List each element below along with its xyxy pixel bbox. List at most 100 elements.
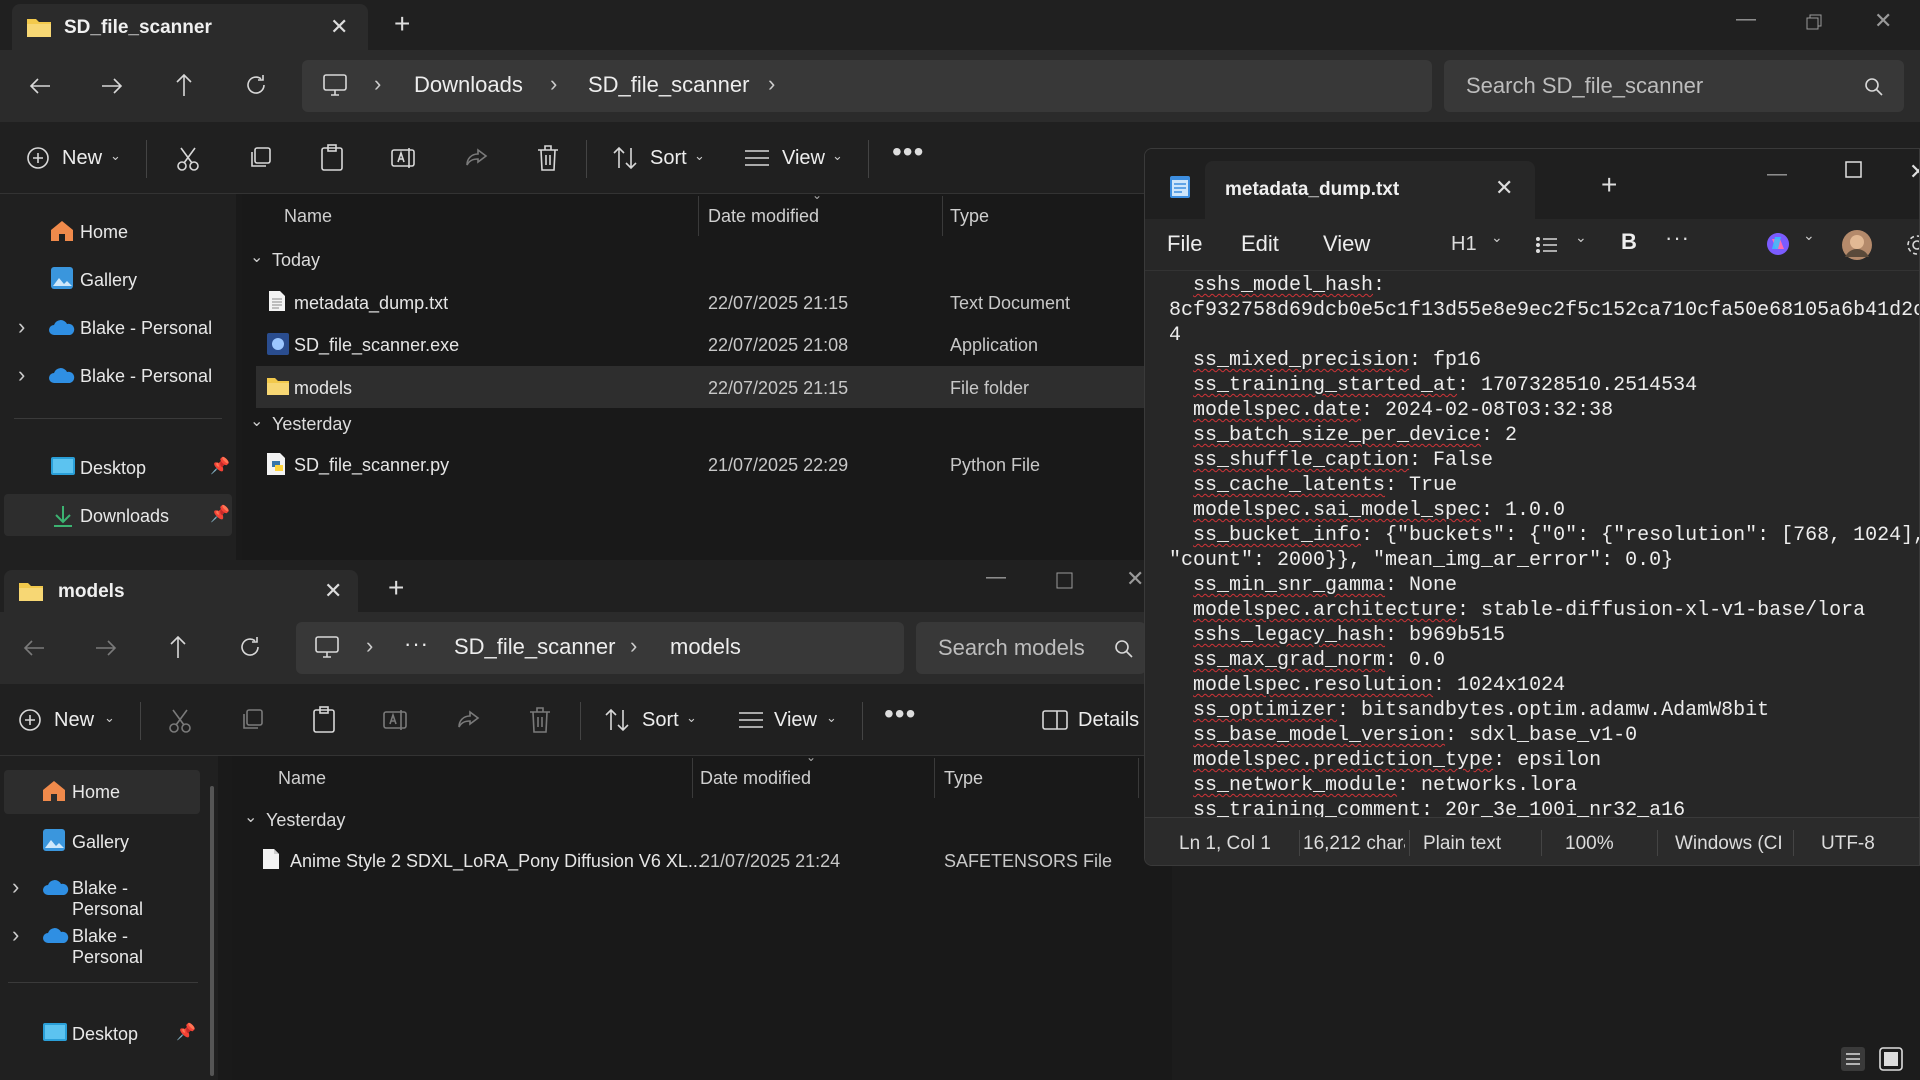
- close-window-button[interactable]: ✕: [1909, 159, 1919, 185]
- copy-icon[interactable]: [240, 708, 264, 732]
- file-row-sd-file-scanner-exe[interactable]: SD_file_scanner.exe 22/07/2025 21:08 App…: [256, 324, 1144, 364]
- sort-button[interactable]: Sort ⌄: [604, 706, 700, 736]
- pin-icon[interactable]: 📌: [176, 1022, 196, 1042]
- chevron-down-icon[interactable]: ⌄: [1803, 227, 1815, 244]
- zoom-level[interactable]: 100%: [1565, 833, 1614, 855]
- column-separator[interactable]: [1138, 758, 1139, 798]
- avatar[interactable]: [1841, 229, 1873, 261]
- sidebar-item-onedrive-1[interactable]: › Blake - Personal: [8, 308, 228, 346]
- tab-metadata-dump[interactable]: metadata_dump.txt ✕: [1205, 161, 1535, 219]
- line-ending[interactable]: Windows (CI: [1675, 833, 1785, 855]
- column-header-date[interactable]: Date modified: [708, 206, 819, 227]
- sidebar-item-onedrive-1[interactable]: › Blake - Personal: [4, 868, 200, 919]
- chevron-right-icon[interactable]: ›: [18, 314, 25, 340]
- sidebar-item-desktop[interactable]: Desktop 📌: [4, 1014, 200, 1052]
- column-header-date[interactable]: Date modified: [700, 768, 811, 789]
- tab-models[interactable]: models ✕: [4, 570, 358, 612]
- back-arrow-icon[interactable]: [28, 74, 52, 98]
- new-tab-button[interactable]: +: [1601, 169, 1617, 201]
- file-row-models[interactable]: models 22/07/2025 21:15 File folder: [256, 366, 1144, 408]
- sidebar-item-downloads[interactable]: Downloads 📌: [4, 494, 232, 536]
- view-button[interactable]: View ⌄: [744, 144, 850, 174]
- tab-sd-file-scanner[interactable]: SD_file_scanner ✕: [12, 4, 368, 50]
- paste-icon[interactable]: [312, 706, 336, 734]
- sidebar-item-gallery[interactable]: Gallery: [4, 820, 200, 858]
- column-separator[interactable]: [942, 196, 943, 236]
- rename-icon[interactable]: [390, 146, 418, 170]
- copilot-icon[interactable]: [1765, 231, 1791, 257]
- more-options-icon[interactable]: •••: [884, 698, 916, 730]
- restore-button[interactable]: [1806, 14, 1822, 30]
- breadcrumb-downloads[interactable]: Downloads: [414, 72, 523, 98]
- more-options-icon[interactable]: •••: [892, 136, 924, 168]
- cut-icon[interactable]: [176, 146, 200, 172]
- text-editor[interactable]: sshs_model_hash: 8cf932758d69dcb0e5c1f13d…: [1145, 271, 1919, 817]
- sidebar-item-home[interactable]: Home: [8, 212, 228, 250]
- close-tab-icon[interactable]: ✕: [1495, 175, 1513, 201]
- group-header-today[interactable]: ⌄ Today: [250, 249, 550, 278]
- new-button[interactable]: New ⌄: [18, 706, 118, 736]
- column-header-name[interactable]: Name: [284, 206, 332, 227]
- minimize-button[interactable]: —: [1767, 163, 1787, 186]
- new-tab-button[interactable]: +: [394, 8, 410, 40]
- back-arrow-icon[interactable]: [22, 636, 46, 660]
- share-icon[interactable]: [464, 146, 490, 170]
- format-indicator[interactable]: Plain text: [1423, 833, 1501, 855]
- group-header-yesterday[interactable]: ⌄ Yesterday: [244, 809, 544, 838]
- up-arrow-icon[interactable]: [166, 634, 190, 660]
- breadcrumb-overflow-icon[interactable]: ···: [404, 631, 429, 657]
- more-formatting-icon[interactable]: ···: [1665, 225, 1690, 251]
- heading-dropdown[interactable]: H1 ⌄: [1451, 229, 1507, 261]
- close-tab-icon[interactable]: ✕: [324, 578, 342, 604]
- breadcrumb-sd-file-scanner[interactable]: SD_file_scanner: [588, 72, 749, 98]
- file-row-sd-file-scanner-py[interactable]: SD_file_scanner.py 21/07/2025 22:29 Pyth…: [256, 444, 1144, 484]
- maximize-button[interactable]: [1845, 161, 1863, 179]
- column-header-name[interactable]: Name: [278, 768, 326, 789]
- list-dropdown[interactable]: ⌄: [1535, 229, 1591, 261]
- view-button[interactable]: View ⌄: [738, 706, 844, 736]
- chevron-right-icon[interactable]: ›: [12, 922, 19, 948]
- refresh-icon[interactable]: [238, 635, 262, 659]
- forward-arrow-icon[interactable]: [94, 636, 118, 660]
- menu-view[interactable]: View: [1323, 231, 1370, 257]
- column-separator[interactable]: [934, 758, 935, 798]
- bold-icon[interactable]: B: [1621, 229, 1637, 255]
- menu-edit[interactable]: Edit: [1241, 231, 1279, 257]
- search-box[interactable]: Search SD_file_scanner: [1444, 60, 1904, 112]
- minimize-button[interactable]: —: [1736, 8, 1756, 31]
- column-separator[interactable]: [698, 196, 699, 236]
- breadcrumb-sd-file-scanner[interactable]: SD_file_scanner: [454, 634, 615, 660]
- maximize-button[interactable]: [1056, 572, 1074, 590]
- close-window-button[interactable]: ✕: [1874, 8, 1892, 34]
- search-box[interactable]: Search models: [916, 622, 1146, 674]
- refresh-icon[interactable]: [244, 73, 268, 97]
- up-arrow-icon[interactable]: [172, 72, 196, 98]
- copy-icon[interactable]: [248, 146, 272, 170]
- column-separator[interactable]: [692, 758, 693, 798]
- encoding[interactable]: UTF-8: [1821, 833, 1875, 855]
- group-header-yesterday[interactable]: ⌄ Yesterday: [250, 413, 550, 442]
- pin-icon[interactable]: 📌: [210, 504, 230, 524]
- sidebar-item-home[interactable]: Home: [4, 770, 200, 814]
- column-header-type[interactable]: Type: [944, 768, 983, 789]
- delete-icon[interactable]: [536, 144, 560, 172]
- minimize-button[interactable]: —: [986, 566, 1006, 589]
- cut-icon[interactable]: [168, 708, 192, 734]
- sidebar-item-gallery[interactable]: Gallery: [8, 260, 228, 298]
- new-tab-button[interactable]: +: [388, 572, 404, 604]
- details-view-icon[interactable]: [1840, 1046, 1866, 1072]
- settings-gear-icon[interactable]: [1905, 233, 1920, 257]
- address-bar[interactable]: › Downloads › SD_file_scanner ›: [302, 60, 1432, 112]
- sidebar-item-onedrive-2[interactable]: › Blake - Personal: [4, 916, 200, 967]
- pane-splitter[interactable]: [218, 756, 232, 1080]
- share-icon[interactable]: [456, 708, 482, 732]
- column-header-type[interactable]: Type: [950, 206, 989, 227]
- sidebar-item-desktop[interactable]: Desktop 📌: [8, 448, 230, 486]
- file-row-metadata-dump[interactable]: metadata_dump.txt 22/07/2025 21:15 Text …: [256, 282, 1144, 322]
- menu-file[interactable]: File: [1167, 231, 1202, 257]
- breadcrumb-separator-icon[interactable]: ›: [768, 71, 775, 97]
- delete-icon[interactable]: [528, 706, 552, 734]
- new-button[interactable]: New ⌄: [26, 144, 126, 174]
- close-window-button[interactable]: ✕: [1126, 566, 1144, 592]
- chevron-right-icon[interactable]: ›: [18, 362, 25, 388]
